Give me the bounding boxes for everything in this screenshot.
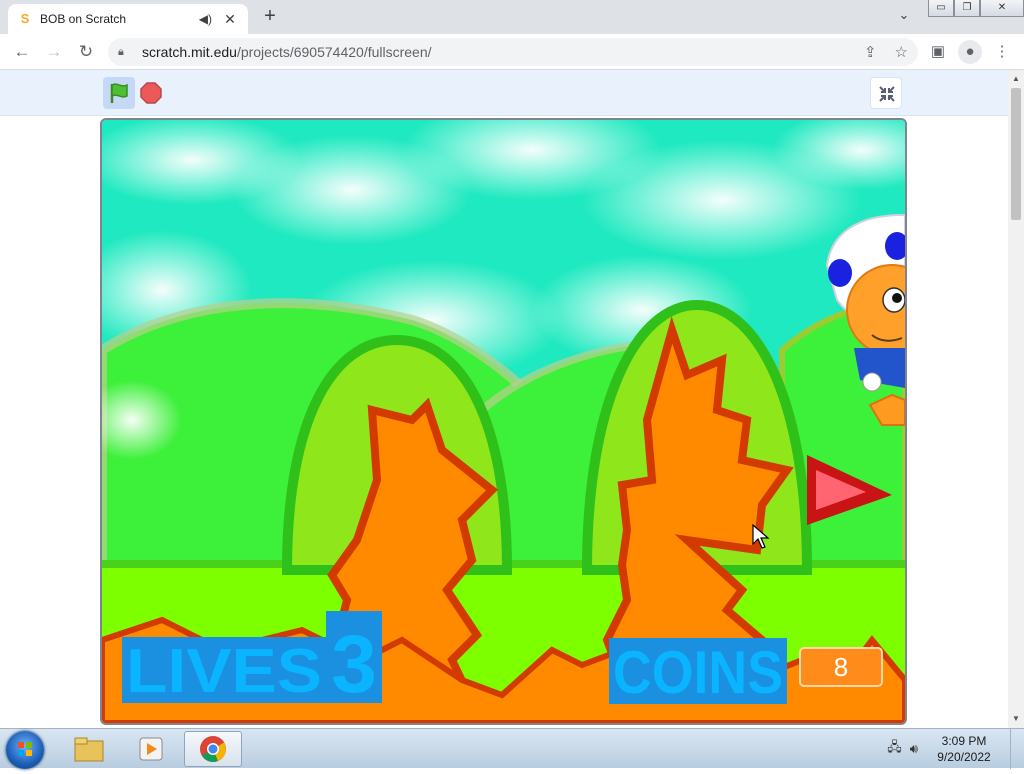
forward-arrow-icon[interactable]: → [42,40,66,64]
coins-value: 8 [834,652,848,682]
game-stage[interactable]: LIVES 3 COINS 8 [100,118,907,725]
tab-strip: S BOB on Scratch ◀) ✕ + ⌄ ▭ ❐ ✕ [0,0,1024,34]
stop-sign-icon[interactable] [140,82,162,104]
stage-controls [0,70,1008,116]
show-desktop-button[interactable] [1010,729,1024,769]
taskbar-explorer[interactable] [60,731,118,767]
scratch-fullscreen-page: LIVES 3 COINS 8 [0,70,1008,728]
green-flag-button[interactable] [103,77,135,109]
collapse-icon [879,86,895,102]
browser-toolbar: ← → ↻ 🔒︎ scratch.mit.edu/projects/690574… [0,34,1024,70]
window-controls: ▭ ❐ ✕ [928,0,1024,18]
windows-logo-icon [18,742,32,756]
lock-icon: 🔒︎ [118,45,124,58]
system-tray: 🖧︎ 🔊︎ 3:09 PM 9/20/2022 [887,729,1024,769]
taskbar-chrome[interactable] [184,731,242,767]
game-scene: LIVES 3 COINS 8 [102,120,905,723]
exit-fullscreen-button[interactable] [870,77,902,109]
scratch-favicon-icon: S [20,11,30,26]
audio-playing-icon[interactable]: ◀) [199,12,212,26]
tab-title: BOB on Scratch [40,12,127,26]
clock-date: 9/20/2022 [937,750,991,764]
profile-avatar-icon[interactable]: ● [958,40,982,64]
new-tab-button[interactable]: + [258,5,282,29]
clock[interactable]: 3:09 PM 9/20/2022 [924,733,1004,765]
restore-button[interactable]: ❐ [954,0,980,17]
chrome-menu-icon[interactable]: ⋮ [990,40,1014,64]
reload-icon[interactable]: ↻ [74,40,98,64]
green-flag-icon [110,83,128,103]
media-player-icon [139,737,163,761]
volume-icon[interactable]: 🔊︎ [910,741,918,757]
scroll-down-arrow-icon[interactable]: ▼ [1008,712,1024,726]
coins-label: COINS [613,639,783,706]
lives-label: LIVES [126,637,322,706]
scroll-up-arrow-icon[interactable]: ▲ [1008,72,1024,86]
folder-icon [74,737,104,762]
start-button[interactable] [6,731,44,769]
scroll-thumb[interactable] [1011,88,1021,220]
tab-bob-on-scratch[interactable]: S BOB on Scratch ◀) ✕ [8,4,248,34]
chrome-icon [200,736,226,762]
minimize-button[interactable]: ▭ [928,0,954,17]
page-scrollbar[interactable]: ▲ ▼ [1008,70,1024,728]
share-icon[interactable]: ⇪ [864,43,877,61]
clock-time: 3:09 PM [941,734,987,748]
lives-value: 3 [331,619,377,710]
taskbar-media-player[interactable] [122,731,180,767]
back-arrow-icon[interactable]: ← [10,40,34,64]
address-bar[interactable]: 🔒︎ scratch.mit.edu/projects/690574420/fu… [108,38,918,66]
side-panel-icon[interactable]: ▣ [926,40,950,64]
tab-search-chevron-icon[interactable]: ⌄ [892,7,916,27]
windows-taskbar: 🖧︎ 🔊︎ 3:09 PM 9/20/2022 [0,728,1024,769]
close-window-button[interactable]: ✕ [980,0,1024,17]
network-icon[interactable]: 🖧︎ [887,738,902,760]
url-host: scratch.mit.edu [142,44,237,60]
url-path: /projects/690574420/fullscreen/ [236,44,432,60]
bookmark-star-icon[interactable]: ☆ [895,43,908,61]
tab-close-icon[interactable]: ✕ [222,11,238,28]
